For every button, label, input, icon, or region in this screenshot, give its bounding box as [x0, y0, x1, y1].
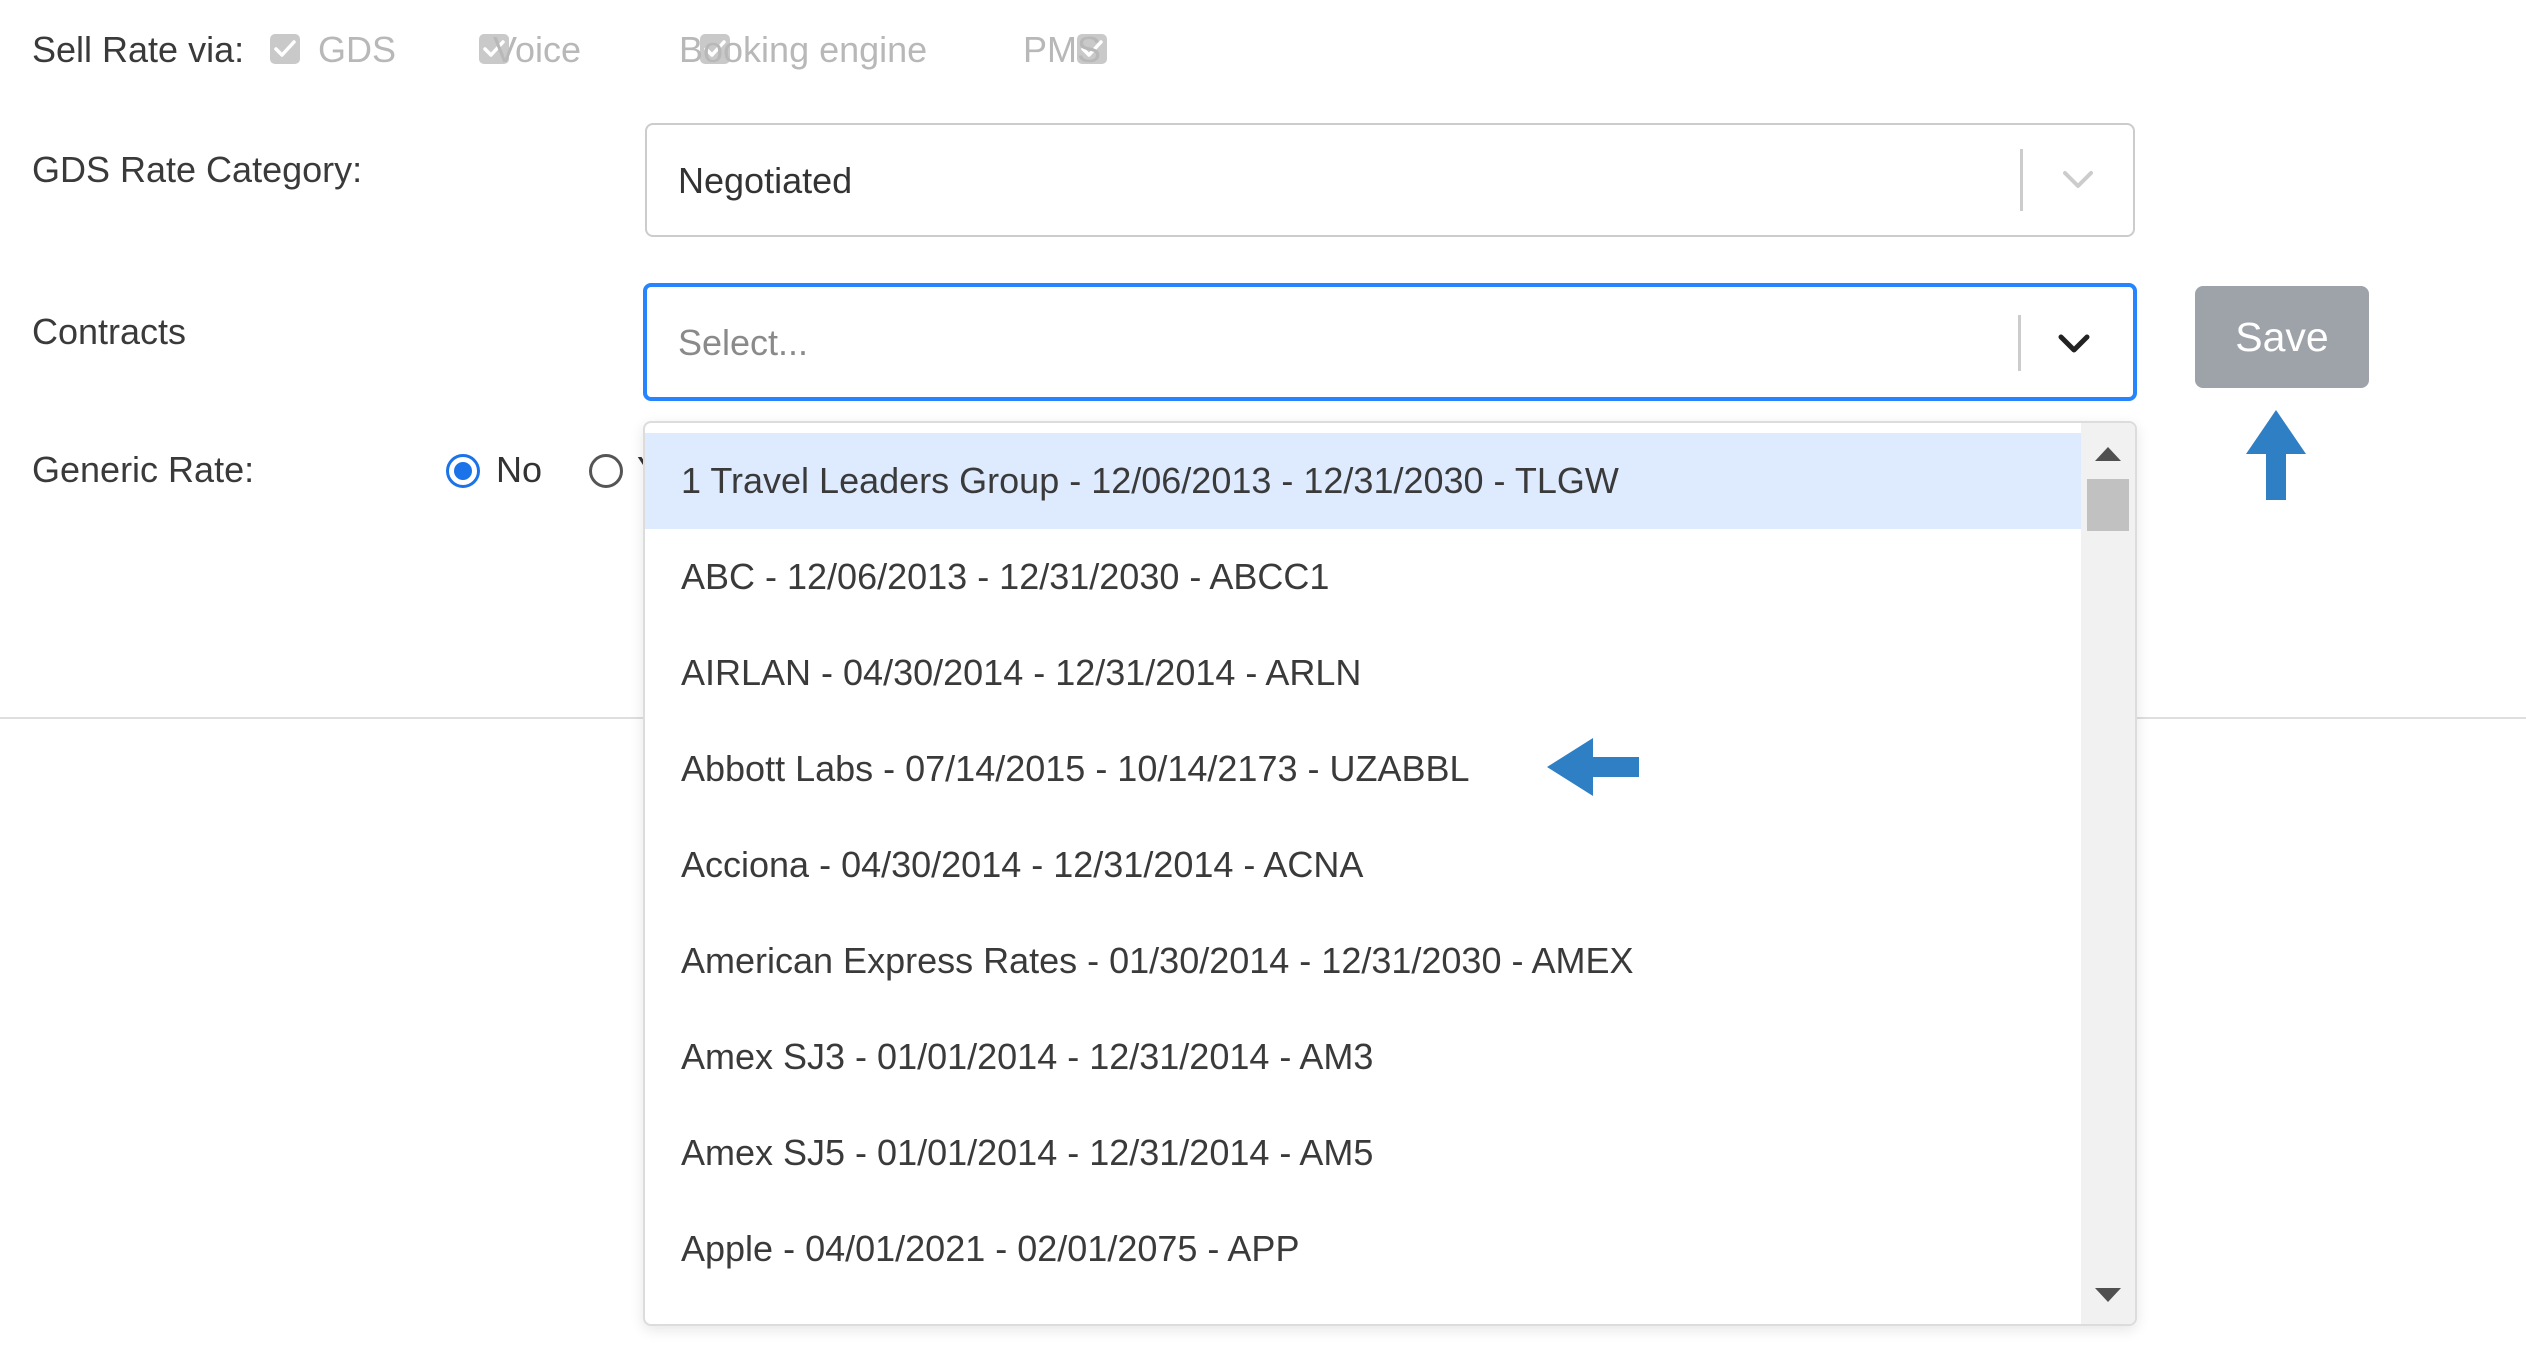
annotation-arrow-left-icon — [1547, 738, 1639, 796]
generic-rate-no-radio[interactable] — [446, 454, 480, 488]
generic-rate-no-label: No — [496, 449, 543, 490]
indicator-separator — [2020, 149, 2023, 211]
generic-rate-label: Generic Rate: — [32, 449, 255, 490]
contract-option[interactable]: Amex SJ3 - 01/01/2014 - 12/31/2014 - AM3 — [645, 1009, 2081, 1105]
contract-option[interactable]: AIRLAN - 04/30/2014 - 12/31/2014 - ARLN — [645, 625, 2081, 721]
generic-rate-yes-radio[interactable] — [589, 454, 623, 488]
contracts-dropdown-menu: 1 Travel Leaders Group - 12/06/2013 - 12… — [643, 421, 2137, 1326]
scroll-up-arrow-icon[interactable] — [2095, 447, 2121, 461]
save-button[interactable]: Save — [2195, 286, 2369, 388]
contracts-placeholder: Select... — [678, 322, 809, 363]
dropdown-scrollbar[interactable] — [2081, 423, 2135, 1324]
scrollbar-thumb[interactable] — [2087, 479, 2129, 531]
gds-checkbox-label: GDS — [318, 29, 397, 70]
indicator-separator — [2018, 315, 2021, 371]
contracts-option-list: 1 Travel Leaders Group - 12/06/2013 - 12… — [645, 433, 2081, 1297]
gds-checkbox[interactable] — [270, 34, 300, 64]
contract-option[interactable]: ABC - 12/06/2013 - 12/31/2030 - ABCC1 — [645, 529, 2081, 625]
contract-option[interactable]: Amex SJ5 - 01/01/2014 - 12/31/2014 - AM5 — [645, 1105, 2081, 1201]
booking-engine-checkbox-label: Booking engine — [679, 29, 928, 70]
contract-option[interactable]: Acciona - 04/30/2014 - 12/31/2014 - ACNA — [645, 817, 2081, 913]
check-icon — [274, 40, 296, 57]
contract-option[interactable]: 1 Travel Leaders Group - 12/06/2013 - 12… — [645, 433, 2081, 529]
contract-option[interactable]: Apple - 04/01/2021 - 02/01/2075 - APP — [645, 1201, 2081, 1297]
gds-rate-category-value: Negotiated — [678, 160, 853, 201]
voice-checkbox-label: Voice — [493, 29, 582, 70]
contracts-label: Contracts — [32, 311, 187, 352]
chevron-down-icon[interactable] — [2060, 167, 2096, 198]
contract-option[interactable]: American Express Rates - 01/30/2014 - 12… — [645, 913, 2081, 1009]
chevron-down-icon[interactable] — [2056, 331, 2092, 362]
scroll-down-arrow-icon[interactable] — [2095, 1288, 2121, 1302]
contracts-select[interactable]: Select... — [643, 283, 2137, 401]
annotation-arrow-up-icon — [2246, 410, 2306, 500]
gds-rate-category-select[interactable]: Negotiated — [645, 123, 2135, 237]
gds-rate-category-label: GDS Rate Category: — [32, 149, 363, 190]
pms-checkbox-label: PMS — [1023, 29, 1102, 70]
contract-option[interactable]: Abbott Labs - 07/14/2015 - 10/14/2173 - … — [645, 721, 2081, 817]
sell-rate-label: Sell Rate via: — [32, 29, 245, 70]
